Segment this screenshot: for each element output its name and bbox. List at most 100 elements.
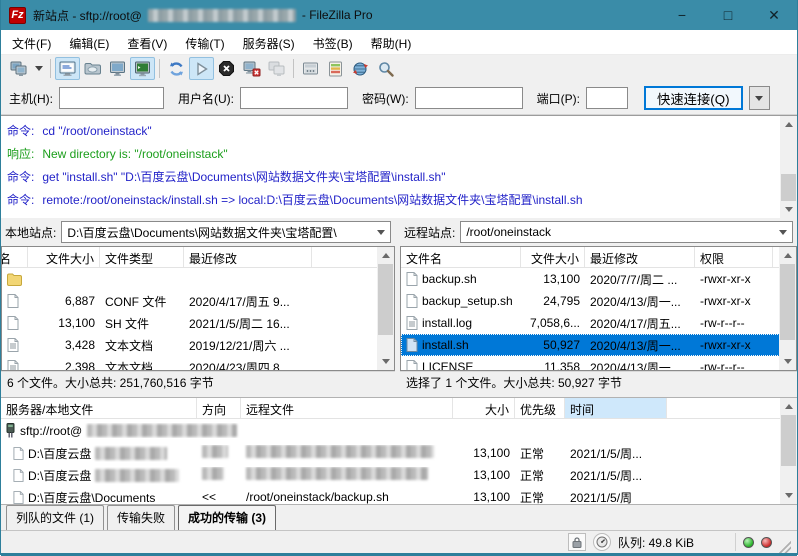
local-path-combobox[interactable]: D:\百度云盘\Documents\网站数据文件夹\宝塔配置\ — [61, 221, 391, 243]
tab-failed-transfers[interactable]: 传输失败 — [107, 505, 175, 530]
resize-grip[interactable] — [779, 541, 791, 553]
reconnect-icon[interactable] — [264, 57, 289, 80]
log-label: 响应: — [7, 147, 34, 161]
password-input[interactable] — [415, 87, 523, 109]
site-manager-icon[interactable] — [6, 57, 31, 80]
local-file-row[interactable] — [2, 268, 394, 290]
queue-row[interactable]: D:\百度云盘 13,100 正常 2021/1/5/周... — [1, 442, 797, 464]
quickconnect-button[interactable]: 快速连接(Q) — [644, 86, 743, 110]
scroll-up-icon[interactable] — [779, 247, 796, 264]
file-size: 2,398 — [28, 360, 100, 371]
scroll-down-icon[interactable] — [377, 353, 394, 370]
file-icon — [406, 338, 418, 352]
toggle-local-tree-icon[interactable] — [80, 57, 105, 80]
local-file-row[interactable]: 3,428 文本文档 2019/12/21/周六 ... — [2, 334, 394, 356]
scroll-down-icon[interactable] — [780, 487, 797, 504]
maximize-button[interactable]: □ — [705, 0, 751, 30]
minimize-button[interactable]: − — [659, 0, 705, 30]
scroll-up-icon[interactable] — [780, 116, 797, 133]
queue-priority: 正常 — [515, 467, 565, 484]
local-sitebar: 本地站点: D:\百度云盘\Documents\网站数据文件夹\宝塔配置\ — [1, 218, 395, 246]
scrollbar-thumb[interactable] — [780, 264, 795, 340]
text-file-icon — [7, 338, 19, 352]
queue-time: 2021/1/5/周 — [565, 489, 667, 506]
host-input[interactable] — [59, 87, 164, 109]
directory-comparison-icon[interactable] — [323, 57, 348, 80]
local-file-row[interactable]: 13,100 SH 文件 2021/1/5/周二 16... — [2, 312, 394, 334]
activity-led-green-icon — [743, 537, 754, 548]
menu-view[interactable]: 查看(V) — [118, 30, 176, 54]
redacted-direction — [202, 467, 224, 480]
disconnect-icon[interactable] — [239, 57, 264, 80]
speed-limits-icon[interactable] — [593, 533, 611, 551]
menu-edit[interactable]: 编辑(E) — [60, 30, 118, 54]
toolbar-separator — [50, 59, 51, 78]
port-input[interactable] — [586, 87, 628, 109]
column-header-direction[interactable]: 方向 — [197, 398, 241, 418]
remote-list-scrollbar[interactable] — [779, 247, 796, 370]
column-header-modified[interactable]: 最近修改 — [585, 247, 695, 267]
column-header-name[interactable]: 文件名 — [401, 247, 521, 267]
remote-file-row[interactable]: backup_setup.sh 24,795 2020/4/13/周一... -… — [401, 290, 796, 312]
scroll-up-icon[interactable] — [780, 398, 797, 415]
combo-dropdown-icon[interactable] — [779, 230, 787, 235]
menu-transfer[interactable]: 传输(T) — [176, 30, 233, 54]
process-queue-icon[interactable] — [189, 57, 214, 80]
scrollbar-thumb[interactable] — [378, 264, 393, 335]
remote-file-row[interactable]: LICENSE 11,358 2020/4/13/周一... -rw-r--r-… — [401, 356, 796, 371]
queue-scrollbar[interactable] — [780, 398, 797, 504]
queue-row[interactable]: D:\百度云盘\Documents << /root/oneinstack/ba… — [1, 486, 797, 505]
column-header-modified[interactable]: 最近修改 — [184, 247, 312, 267]
column-header-perm[interactable]: 权限 — [695, 247, 773, 267]
column-header-name[interactable]: 文件名 — [2, 247, 28, 267]
column-header-size[interactable]: 文件大小 — [28, 247, 100, 267]
menubar: 文件(F) 编辑(E) 查看(V) 传输(T) 服务器(S) 书签(B) 帮助(… — [1, 30, 797, 55]
column-header-remote-file[interactable]: 远程文件 — [241, 398, 453, 418]
local-file-row[interactable]: 6,887 CONF 文件 2020/4/17/周五 9... — [2, 290, 394, 312]
remote-sitebar: 远程站点: /root/oneinstack — [400, 218, 797, 246]
menu-bookmarks[interactable]: 书签(B) — [304, 30, 362, 54]
remote-file-row[interactable]: backup.sh 13,100 2020/7/7/周二 ... -rwxr-x… — [401, 268, 796, 290]
quickconnect-dropdown-icon[interactable] — [749, 86, 770, 110]
scrollbar-thumb[interactable] — [781, 174, 796, 201]
close-button[interactable]: ✕ — [751, 0, 797, 30]
local-file-row[interactable]: 2,398 文本文档 2020/4/23/周四 8 — [2, 356, 394, 371]
combo-dropdown-icon[interactable] — [377, 230, 385, 235]
scrollbar-thumb[interactable] — [781, 415, 796, 466]
remote-path-combobox[interactable]: /root/oneinstack — [460, 221, 793, 243]
tab-queued-files[interactable]: 列队的文件 (1) — [6, 505, 104, 530]
search-files-icon[interactable] — [373, 57, 398, 80]
username-input[interactable] — [240, 87, 348, 109]
queue-time: 2021/1/5/周... — [565, 467, 667, 484]
local-list-scrollbar[interactable] — [377, 247, 394, 370]
column-header-type[interactable]: 文件类型 — [100, 247, 184, 267]
queue-server-row[interactable]: sftp://root@ — [1, 419, 797, 442]
lock-icon[interactable] — [568, 533, 586, 551]
column-header-size[interactable]: 文件大小 — [521, 247, 585, 267]
column-header-size[interactable]: 大小 — [453, 398, 515, 418]
refresh-icon[interactable] — [164, 57, 189, 80]
scroll-up-icon[interactable] — [377, 247, 394, 264]
remote-file-row-selected[interactable]: install.sh 50,927 2020/4/13/周一... -rwxr-… — [401, 334, 796, 356]
cancel-operation-icon[interactable] — [214, 57, 239, 80]
column-header-local-file[interactable]: 服务器/本地文件 — [1, 398, 197, 418]
scroll-down-icon[interactable] — [780, 201, 797, 218]
column-header-time[interactable]: 时间 — [565, 398, 667, 418]
menu-file[interactable]: 文件(F) — [3, 30, 60, 54]
site-manager-dropdown-icon[interactable] — [31, 57, 46, 80]
menu-help[interactable]: 帮助(H) — [362, 30, 421, 54]
directory-filters-icon[interactable] — [298, 57, 323, 80]
menu-server[interactable]: 服务器(S) — [234, 30, 304, 54]
tab-successful-transfers[interactable]: 成功的传输 (3) — [178, 505, 276, 530]
log-scrollbar[interactable] — [780, 116, 797, 218]
remote-file-row[interactable]: install.log 7,058,6... 2020/4/17/周五... -… — [401, 312, 796, 334]
toggle-transfer-queue-icon[interactable] — [130, 57, 155, 80]
toggle-remote-tree-icon[interactable] — [105, 57, 130, 80]
local-list-header: 文件名 文件大小 文件类型 最近修改 — [2, 247, 394, 268]
queue-row[interactable]: D:\百度云盘 13,100 正常 2021/1/5/周... — [1, 464, 797, 486]
toggle-message-log-icon[interactable] — [55, 57, 80, 80]
column-header-priority[interactable]: 优先级 — [515, 398, 565, 418]
scroll-down-icon[interactable] — [779, 353, 796, 370]
server-icon — [6, 423, 15, 438]
synchronized-browsing-icon[interactable] — [348, 57, 373, 80]
